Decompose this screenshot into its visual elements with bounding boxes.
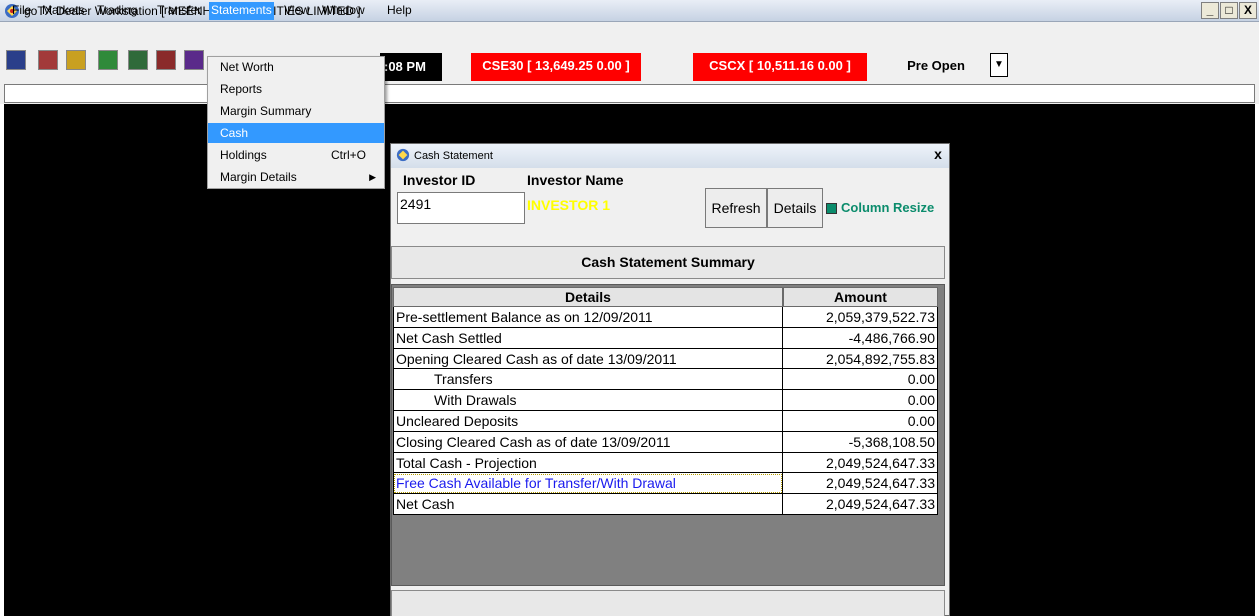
table-row[interactable]: Closing Cleared Cash as of date 13/09/20…	[393, 431, 938, 453]
menu-item-reports[interactable]: Reports	[208, 79, 384, 99]
menu-window[interactable]: Window	[320, 3, 367, 19]
ticker-cscx: CSCX [ 10,511.16 0.00 ]	[693, 53, 867, 81]
toolbar-sell-icon[interactable]	[128, 50, 148, 70]
refresh-button[interactable]: Refresh	[705, 188, 767, 228]
menu-item-margin-summary[interactable]: Margin Summary	[208, 101, 384, 121]
investor-name-label: Investor Name	[527, 172, 624, 188]
column-resize-label: Column Resize	[841, 200, 935, 215]
market-status: Pre Open	[907, 58, 965, 73]
cash-statement-title: Cash Statement	[414, 150, 493, 162]
column-header-details[interactable]: Details	[393, 287, 783, 307]
toolbar-book-icon[interactable]	[156, 50, 176, 70]
table-row[interactable]: With Drawals 0.00	[393, 390, 938, 411]
table-row[interactable]: Total Cash - Projection 2,049,524,647.33	[393, 452, 938, 474]
menu-item-net-worth[interactable]: Net Worth	[208, 57, 384, 77]
cell-amount: 2,049,524,647.33	[783, 452, 938, 474]
toolbar-market-watch-icon[interactable]	[6, 50, 26, 70]
menu-bar	[0, 22, 1259, 42]
cell-details: With Drawals	[393, 390, 783, 411]
table-row[interactable]: Net Cash 2,049,524,647.33	[393, 494, 938, 515]
toolbar-trade-icon[interactable]	[66, 50, 86, 70]
details-button[interactable]: Details	[767, 188, 823, 228]
table-row[interactable]: Free Cash Available for Transfer/With Dr…	[393, 473, 938, 495]
cell-details: Total Cash - Projection	[393, 452, 783, 474]
menu-item-label: Net Worth	[220, 60, 274, 74]
cell-amount: 2,049,524,647.33	[783, 473, 938, 495]
toolbar-order-icon[interactable]	[38, 50, 58, 70]
cell-details: Pre-settlement Balance as on 12/09/2011	[393, 307, 783, 328]
summary-table: Details Amount Pre-settlement Balance as…	[393, 287, 938, 515]
cash-statement-app-icon	[396, 148, 410, 162]
menu-item-label: Holdings	[220, 148, 267, 162]
menu-markets[interactable]: Markets	[40, 3, 87, 19]
maximize-button[interactable]: □	[1220, 2, 1238, 19]
cell-details: Opening Cleared Cash as of date 13/09/20…	[393, 348, 783, 370]
cell-details: Free Cash Available for Transfer/With Dr…	[393, 473, 783, 495]
menu-view[interactable]: View	[282, 3, 312, 19]
menu-item-label: Reports	[220, 82, 263, 96]
cell-amount: 0.00	[783, 390, 938, 411]
cash-statement-close-icon[interactable]: x	[930, 147, 946, 163]
cell-amount: -5,368,108.50	[783, 431, 938, 453]
command-input[interactable]	[4, 84, 1255, 103]
cell-amount: 2,049,524,647.33	[783, 494, 938, 515]
table-row[interactable]: Uncleared Deposits 0.00	[393, 410, 938, 432]
table-header-row: Details Amount	[393, 287, 938, 307]
menu-help[interactable]: Help	[385, 3, 414, 19]
menu-item-holdings[interactable]: Holdings Ctrl+O	[208, 145, 384, 165]
close-button[interactable]: X	[1239, 2, 1257, 19]
summary-header: Cash Statement Summary	[391, 246, 945, 279]
investor-id-input[interactable]: 2491	[397, 192, 525, 224]
cell-details: Transfers	[393, 369, 783, 391]
column-header-amount[interactable]: Amount	[783, 287, 938, 307]
cell-details: Net Cash Settled	[393, 327, 783, 349]
toolbar-buy-icon[interactable]	[98, 50, 118, 70]
investor-id-label: Investor ID	[403, 172, 476, 188]
table-body: Pre-settlement Balance as on 12/09/2011 2…	[393, 307, 938, 515]
cash-statement-details-panel	[391, 590, 945, 616]
ticker-cse30: CSE30 [ 13,649.25 0.00 ]	[471, 53, 641, 81]
cell-amount: 0.00	[783, 410, 938, 432]
toolbar-chart-icon[interactable]	[184, 50, 204, 70]
cell-details: Uncleared Deposits	[393, 410, 783, 432]
investor-name-value: INVESTOR 1	[527, 197, 610, 213]
menu-item-label: Margin Details	[220, 170, 297, 184]
cell-amount: 2,059,379,522.73	[783, 307, 938, 328]
menu-item-label: Cash	[220, 126, 249, 140]
table-row[interactable]: Net Cash Settled -4,486,766.90	[393, 327, 938, 349]
cell-details: Closing Cleared Cash as of date 13/09/20…	[393, 431, 783, 453]
minimize-button[interactable]: _	[1201, 2, 1219, 19]
menu-statements[interactable]: Statements	[209, 2, 274, 20]
menu-item-margin-details[interactable]: Margin Details ▶	[208, 167, 384, 187]
cell-details: Net Cash	[393, 494, 783, 515]
menu-item-cash[interactable]: Cash	[208, 123, 384, 143]
table-row[interactable]: Pre-settlement Balance as on 12/09/2011 2…	[393, 307, 938, 328]
table-row[interactable]: Opening Cleared Cash as of date 13/09/20…	[393, 348, 938, 370]
menu-item-label: Margin Summary	[220, 104, 312, 118]
menu-file[interactable]: File	[10, 3, 33, 19]
column-resize-checkbox[interactable]	[826, 203, 837, 214]
menu-trading[interactable]: Trading	[95, 3, 139, 19]
market-status-dropdown-icon[interactable]: ▼	[990, 53, 1008, 77]
table-row[interactable]: Transfers 0.00	[393, 369, 938, 391]
cell-amount: 2,054,892,755.83	[783, 348, 938, 370]
cell-amount: -4,486,766.90	[783, 327, 938, 349]
cell-amount: 0.00	[783, 369, 938, 391]
menu-item-shortcut: Ctrl+O	[330, 148, 366, 162]
clock-display: :08 PM	[380, 53, 442, 81]
submenu-arrow-icon: ▶	[369, 172, 376, 182]
menu-transfer[interactable]: Transfer	[155, 3, 203, 19]
